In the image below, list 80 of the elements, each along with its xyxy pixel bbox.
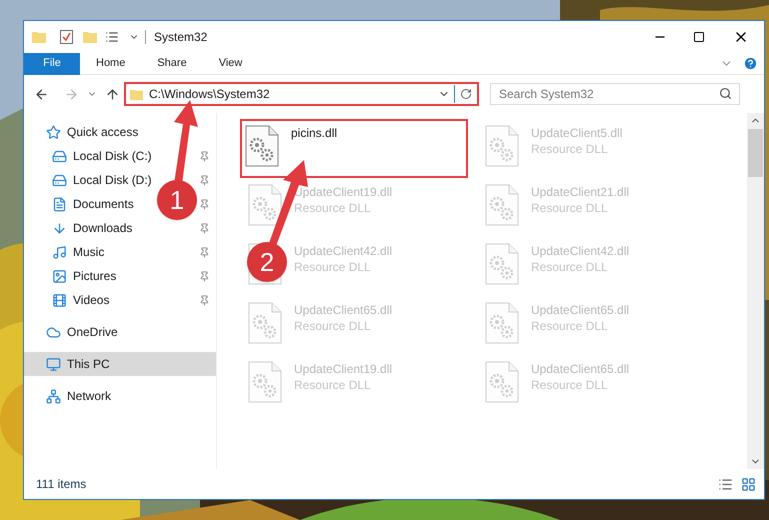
file-name[interactable]: picins.dll <box>291 125 338 141</box>
sidebar-label: This PC <box>67 356 110 373</box>
pin-icon[interactable] <box>199 150 210 162</box>
document-icon <box>52 196 67 212</box>
sidebar-item[interactable]: Downloads <box>24 216 152 240</box>
pin-icon[interactable] <box>199 198 210 210</box>
sidebar-item[interactable]: This PC <box>24 352 216 376</box>
file-type: Resource DLL <box>531 259 609 275</box>
settings-file-icon <box>248 302 282 344</box>
scroll-thumb[interactable] <box>748 129 763 177</box>
search-field[interactable]: Search System32 <box>490 83 740 105</box>
sidebar-item[interactable]: Pictures <box>24 264 152 288</box>
sidebar-label: Documents <box>73 196 134 213</box>
file-type: Resource DLL <box>294 200 372 216</box>
item-count: 111 items <box>36 476 86 493</box>
settings-file-icon <box>245 125 279 167</box>
ribbon-tab[interactable]: Share <box>141 52 203 74</box>
sidebar-label: Quick access <box>67 124 138 141</box>
sidebar-item[interactable]: OneDrive <box>24 320 216 344</box>
file-type: Resource DLL <box>294 318 372 334</box>
sidebar-item[interactable]: Network <box>24 384 216 408</box>
file-type: Resource DLL <box>294 377 372 393</box>
pin-icon[interactable] <box>199 174 210 186</box>
details-view-icon[interactable] <box>718 476 733 492</box>
sidebar-label: Pictures <box>73 268 116 285</box>
settings-file-icon <box>248 361 282 403</box>
settings-file-icon <box>485 243 519 285</box>
address-path: C:\Windows\System32 <box>149 86 270 103</box>
settings-file-icon <box>485 302 519 344</box>
download-icon <box>52 220 67 236</box>
file-menu-button[interactable]: File <box>24 52 80 74</box>
sidebar-item[interactable]: Videos <box>24 288 152 312</box>
ribbon-tab[interactable]: View <box>202 52 258 74</box>
help-icon[interactable] <box>743 56 758 71</box>
scrollbar[interactable] <box>747 113 764 469</box>
cloud-icon <box>46 324 61 340</box>
search-icon[interactable] <box>719 87 732 100</box>
film-icon <box>52 292 67 308</box>
file-type: Resource DLL <box>531 318 609 334</box>
settings-file-icon <box>485 361 519 403</box>
sidebar-label: Videos <box>73 292 110 309</box>
star-icon <box>46 124 61 140</box>
folder-icon <box>130 88 143 100</box>
properties-icon[interactable] <box>60 30 73 44</box>
file-type: Resource DLL <box>531 377 609 393</box>
pin-icon[interactable] <box>199 294 210 306</box>
window-title: System32 <box>154 29 208 46</box>
address-field[interactable]: C:\Windows\System32 <box>124 82 479 106</box>
sidebar-item[interactable]: Quick access <box>24 120 216 144</box>
view-icon[interactable] <box>105 30 119 44</box>
refresh-icon[interactable] <box>460 88 472 100</box>
sidebar-label: OneDrive <box>67 324 118 341</box>
settings-file-icon <box>485 125 519 167</box>
sidebar-label: Downloads <box>73 220 132 237</box>
music-icon <box>52 244 67 260</box>
network-icon <box>46 388 61 404</box>
tiles-view-icon[interactable] <box>741 476 756 492</box>
pin-icon[interactable] <box>199 246 210 258</box>
settings-file-icon <box>485 184 519 226</box>
pin-icon[interactable] <box>199 222 210 234</box>
sidebar-item[interactable]: Documents <box>24 192 152 216</box>
sidebar-label: Local Disk (D:) <box>73 172 152 189</box>
file-type: Resource DLL <box>294 259 372 275</box>
sidebar-label: Music <box>73 244 104 261</box>
sidebar-item[interactable]: Local Disk (C:) <box>24 144 152 168</box>
sidebar-label: Local Disk (C:) <box>73 148 152 165</box>
maximize-icon <box>692 31 704 43</box>
sidebar-item[interactable]: Local Disk (D:) <box>24 168 152 192</box>
file-item[interactable]: picins.dll <box>240 119 468 178</box>
file-type: Resource DLL <box>531 200 609 216</box>
up-icon[interactable] <box>105 86 120 102</box>
back-icon[interactable] <box>34 86 49 102</box>
file-type: Resource DLL <box>531 141 609 157</box>
monitor-icon <box>46 356 61 372</box>
sidebar-item[interactable]: Music <box>24 240 152 264</box>
image-icon <box>52 268 67 284</box>
settings-file-icon <box>248 184 282 226</box>
sidebar-label: Network <box>67 388 112 405</box>
pin-icon[interactable] <box>199 270 210 282</box>
ribbon-tab[interactable]: Home <box>80 52 142 74</box>
